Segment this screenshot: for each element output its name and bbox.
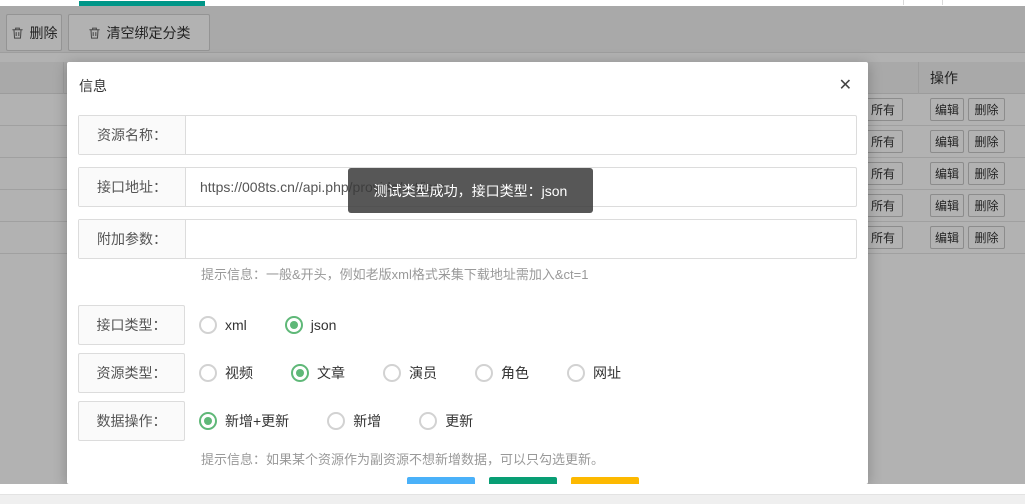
close-icon[interactable]: ✕ (839, 78, 852, 94)
radio-option-article[interactable]: 文章 (291, 363, 345, 383)
modal-body: 资源名称： 接口地址： 附加参数： 提示信息：一般&开头，例如老版xml格式采集… (67, 110, 868, 468)
radio-option-label: 文章 (317, 363, 345, 383)
radio-circle (327, 412, 345, 430)
radio-circle (383, 364, 401, 382)
resource-type-options: 视频 文章 演员 角色 网址 (185, 363, 659, 383)
info-modal: 信息 ✕ 资源名称： 接口地址： 附加参数： 提示信息：一般&开头，例如老版xm… (67, 62, 868, 484)
radio-circle (567, 364, 585, 382)
radio-option-label: 新增 (353, 411, 381, 431)
horizontal-scrollbar[interactable] (0, 494, 1025, 504)
data-operation-options: 新增+更新 新增 更新 (185, 411, 511, 431)
radio-option-label: 更新 (445, 411, 473, 431)
test-button[interactable] (407, 477, 475, 484)
tab-divider (903, 0, 904, 5)
modal-title: 信息 (79, 76, 107, 96)
resource-type-row: 资源类型： 视频 文章 演员 角色 (78, 353, 857, 393)
radio-circle (199, 364, 217, 382)
radio-option-actor[interactable]: 演员 (383, 363, 437, 383)
tab-divider (942, 0, 943, 5)
radio-circle (285, 316, 303, 334)
radio-option-label: 网址 (593, 363, 621, 383)
extra-params-group: 附加参数： (78, 219, 857, 259)
radio-option-label: 角色 (501, 363, 529, 383)
save-button[interactable] (489, 477, 557, 484)
resource-name-label: 资源名称： (79, 116, 186, 154)
radio-option-add[interactable]: 新增 (327, 411, 381, 431)
radio-option-add-update[interactable]: 新增+更新 (199, 411, 289, 431)
radio-circle (291, 364, 309, 382)
resource-type-label: 资源类型： (78, 353, 185, 393)
resource-name-group: 资源名称： (78, 115, 857, 155)
radio-circle (419, 412, 437, 430)
radio-option-xml[interactable]: xml (199, 316, 247, 334)
radio-option-update[interactable]: 更新 (419, 411, 473, 431)
api-type-label: 接口类型： (78, 305, 185, 345)
operation-hint-text: 提示信息：如果某个资源作为副资源不想新增数据，可以只勾选更新。 (78, 452, 857, 468)
radio-option-label: 视频 (225, 363, 253, 383)
radio-option-label: json (311, 317, 337, 333)
tab-bar-bottom-strip (0, 0, 1025, 6)
radio-option-label: xml (225, 317, 247, 333)
params-hint-text: 提示信息：一般&开头，例如老版xml格式采集下载地址需加入&ct=1 (78, 267, 857, 283)
radio-option-role[interactable]: 角色 (475, 363, 529, 383)
api-url-label: 接口地址： (79, 168, 186, 206)
resource-name-input[interactable] (186, 116, 856, 154)
api-type-row: 接口类型： xml json (78, 305, 857, 345)
tooltip-text: 测试类型成功，接口类型：json (374, 181, 568, 201)
radio-option-label: 演员 (409, 363, 437, 383)
radio-circle (475, 364, 493, 382)
radio-circle (199, 412, 217, 430)
data-operation-label: 数据操作： (78, 401, 185, 441)
active-tab-indicator (79, 1, 205, 6)
data-operation-row: 数据操作： 新增+更新 新增 更新 (78, 401, 857, 441)
radio-option-website[interactable]: 网址 (567, 363, 621, 383)
test-result-tooltip: 测试类型成功，接口类型：json (348, 168, 593, 213)
cancel-button[interactable] (571, 477, 639, 484)
radio-option-video[interactable]: 视频 (199, 363, 253, 383)
api-type-options: xml json (185, 316, 374, 334)
page-bottom-gap (0, 484, 1025, 494)
radio-option-json[interactable]: json (285, 316, 337, 334)
radio-circle (199, 316, 217, 334)
modal-header: 信息 ✕ (67, 62, 868, 110)
extra-params-label: 附加参数： (79, 220, 186, 258)
radio-option-label: 新增+更新 (225, 411, 289, 431)
extra-params-input[interactable] (186, 220, 856, 258)
